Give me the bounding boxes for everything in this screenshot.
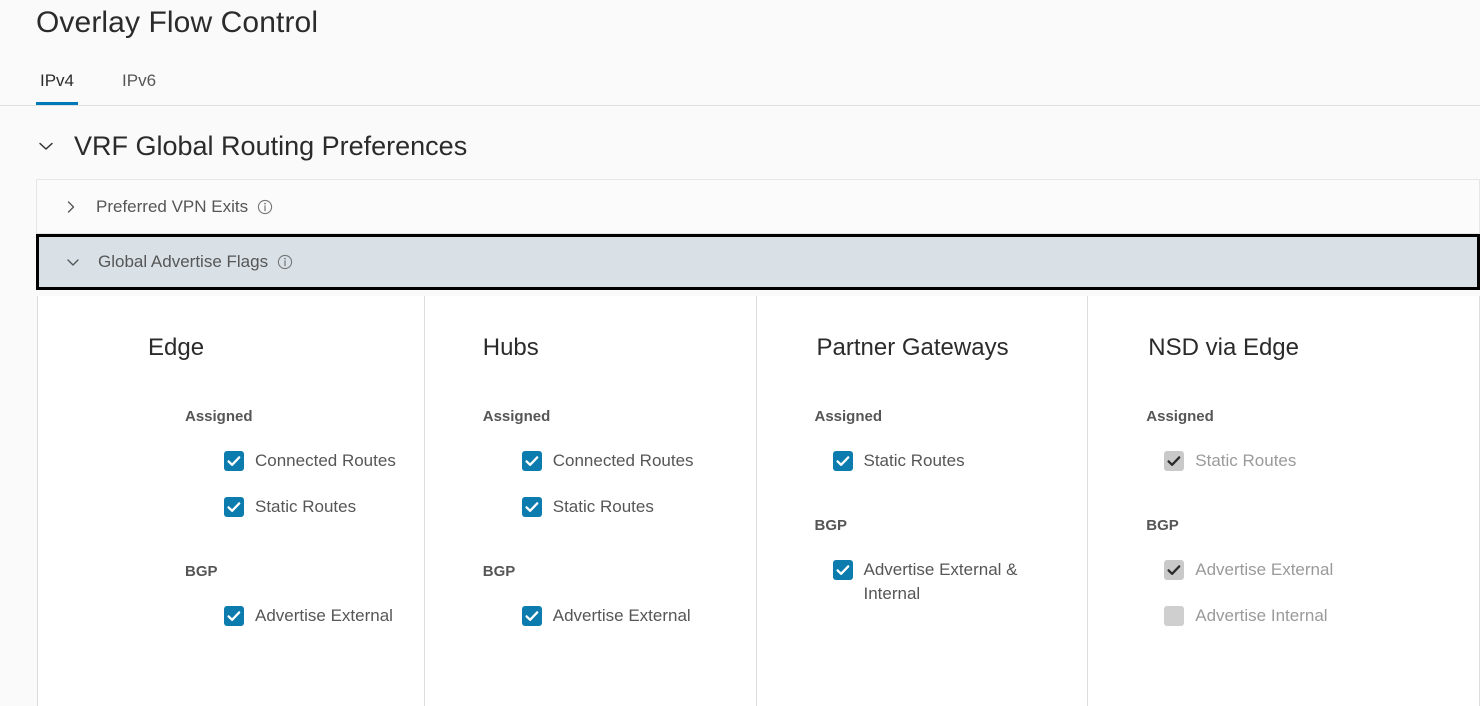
checkbox-row-static-routes: Static Routes [1164,449,1479,473]
checkbox-row-static-routes[interactable]: Static Routes [522,495,756,519]
checkbox-checked-icon[interactable] [833,451,853,471]
tab-ipv6-label: IPv6 [122,71,156,90]
group-label-assigned: Assigned [1146,407,1479,427]
checkbox-checked-icon[interactable] [522,451,542,471]
column-title-edge: Edge [148,332,424,364]
checkbox-label: Static Routes [255,495,356,519]
accordion-item-global-advertise-flags[interactable]: Global Advertise Flags [36,234,1480,290]
info-icon[interactable] [277,254,293,270]
column-title-hubs: Hubs [483,332,756,364]
tab-ipv6[interactable]: IPv6 [118,66,160,104]
group-label-bgp: BGP [815,516,1088,536]
group-label-bgp: BGP [1146,516,1479,536]
global-advertise-flags-panel: Edge Assigned Connected Routes Static Ro… [37,296,1480,706]
column-title-partner-gateways: Partner Gateways [817,332,1088,364]
checkbox-label: Advertise External [255,604,393,628]
checkbox-row-advertise-external: Advertise External [1164,558,1479,582]
checkbox-row-advertise-external[interactable]: Advertise External [224,604,424,628]
column-hubs: Hubs Assigned Connected Routes Static Ro… [425,296,757,706]
accordion-item-preferred-vpn-exits[interactable]: Preferred VPN Exits [36,179,1480,234]
info-icon[interactable] [257,199,273,215]
checkbox-label: Advertise External [553,604,691,628]
checkbox-label: Connected Routes [255,449,396,473]
checkbox-row-advertise-external[interactable]: Advertise External [522,604,756,628]
column-nsd-via-edge: NSD via Edge Assigned Static Routes BGP … [1088,296,1479,706]
checkbox-checked-icon[interactable] [224,606,244,626]
checkbox-row-static-routes[interactable]: Static Routes [224,495,424,519]
checkbox-label: Static Routes [553,495,654,519]
checkbox-row-static-routes[interactable]: Static Routes [833,449,1088,473]
group-label-bgp: BGP [185,562,424,582]
checkbox-unchecked-disabled-icon [1164,606,1184,626]
accordion: Preferred VPN Exits Global Advertise Fla… [36,179,1480,290]
checkbox-row-connected-routes[interactable]: Connected Routes [224,449,424,473]
column-edge: Edge Assigned Connected Routes Static Ro… [38,296,425,706]
column-partner-gateways: Partner Gateways Assigned Static Routes … [757,296,1089,706]
chevron-down-icon [65,254,81,270]
section-vrf-global-routing-preferences[interactable]: VRF Global Routing Preferences [36,128,467,164]
checkbox-checked-icon[interactable] [522,606,542,626]
tab-ipv4-label: IPv4 [40,71,74,90]
checkbox-checked-icon[interactable] [833,560,853,580]
checkbox-label: Static Routes [864,449,965,473]
checkbox-label: Advertise External & Internal [864,558,1056,606]
checkbox-checked-icon[interactable] [224,497,244,517]
checkbox-label: Advertise External [1195,558,1333,582]
tab-bar: IPv4 IPv6 [0,66,1480,106]
group-label-assigned: Assigned [483,407,756,427]
checkbox-row-advertise-external-internal[interactable]: Advertise External & Internal [833,558,1088,606]
checkbox-checked-disabled-icon [1164,451,1184,471]
group-label-assigned: Assigned [185,407,424,427]
checkbox-label: Connected Routes [553,449,694,473]
tab-ipv4[interactable]: IPv4 [36,66,78,104]
page-title: Overlay Flow Control [36,4,318,42]
column-title-nsd-via-edge: NSD via Edge [1148,332,1479,364]
overlay-flow-control-page: Overlay Flow Control IPv4 IPv6 VRF Globa… [0,0,1480,706]
checkbox-row-connected-routes[interactable]: Connected Routes [522,449,756,473]
accordion-label-preferred-vpn-exits: Preferred VPN Exits [96,196,248,218]
checkbox-checked-icon[interactable] [522,497,542,517]
checkbox-checked-icon[interactable] [224,451,244,471]
checkbox-label: Static Routes [1195,449,1296,473]
checkbox-row-advertise-internal: Advertise Internal [1164,604,1479,628]
chevron-down-icon [36,136,56,156]
checkbox-checked-disabled-icon [1164,560,1184,580]
group-label-bgp: BGP [483,562,756,582]
checkbox-label: Advertise Internal [1195,604,1327,628]
accordion-label-global-advertise-flags: Global Advertise Flags [98,251,268,273]
chevron-right-icon [63,199,79,215]
group-label-assigned: Assigned [815,407,1088,427]
section-title: VRF Global Routing Preferences [74,128,467,164]
